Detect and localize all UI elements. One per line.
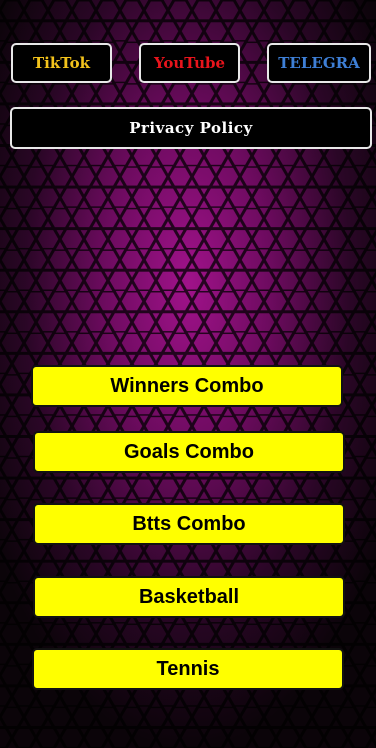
tiktok-label: TikTok — [32, 54, 91, 72]
telegram-label: TELEGRA — [278, 54, 360, 72]
menu-button-label: Winners Combo — [110, 374, 264, 397]
youtube-button[interactable]: YouTube — [139, 43, 240, 83]
basketball-button[interactable]: Basketball — [33, 576, 345, 618]
privacy-policy-label: Privacy Policy — [129, 119, 253, 137]
telegram-button[interactable]: TELEGRA — [267, 43, 371, 83]
goals-combo-button[interactable]: Goals Combo — [33, 431, 345, 473]
btts-combo-button[interactable]: Btts Combo — [33, 503, 345, 545]
menu-button-label: Btts Combo — [132, 512, 246, 535]
menu-button-label: Goals Combo — [123, 440, 254, 463]
privacy-policy-button[interactable]: Privacy Policy — [10, 107, 372, 149]
winners-combo-button[interactable]: Winners Combo — [31, 365, 343, 407]
tiktok-button[interactable]: TikTok — [11, 43, 112, 83]
tennis-button[interactable]: Tennis — [32, 648, 344, 690]
menu-button-label: Tennis — [156, 657, 220, 680]
menu-button-label: Basketball — [138, 585, 240, 608]
youtube-label: YouTube — [153, 54, 226, 72]
